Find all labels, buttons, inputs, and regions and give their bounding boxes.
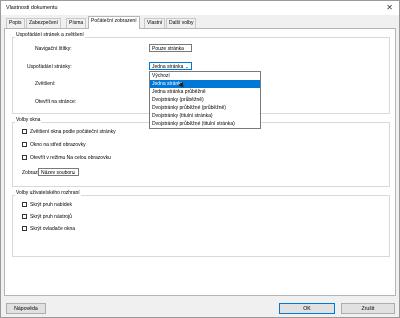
document-properties-window: Vlastnosti dokumentu ✕ Popis Zabezpečení… [0, 0, 400, 318]
help-button[interactable]: Nápověda [6, 303, 46, 314]
tab-zabezpeceni[interactable]: Zabezpečení [26, 18, 61, 28]
chevron-down-icon: ⌄ [71, 170, 76, 176]
center-window-label: Okno na střed obrazovky [30, 142, 86, 148]
page-layout-select-value: Jedna stránka [152, 64, 184, 70]
hide-toolbar-label: Skrýt pruh nástrojů [30, 214, 72, 220]
open-page-label: Otevřít na stránce: [35, 99, 77, 105]
nav-label: Navigační štítky: [35, 46, 72, 52]
hide-toolbar-checkbox[interactable] [22, 214, 27, 219]
dropdown-option[interactable]: Dvojstránky průběžné (titulní stránka) [150, 120, 260, 128]
window-options-title: Volby okna [15, 117, 42, 123]
layout-group-title: Uspořádání stránek a zvětšení [15, 32, 85, 38]
page-layout-dropdown: Výchozí Jedna stránka Jedna stránka průb… [149, 71, 261, 129]
page-layout-select[interactable]: Jedna stránka ⌄ [149, 62, 192, 70]
page-layout-label: Uspořádání stránky: [27, 64, 72, 70]
dropdown-option[interactable]: Dvojstránky průběžné (průběžně) [150, 104, 260, 112]
cancel-button[interactable]: Zrušit [341, 303, 395, 314]
zoom-window-checkbox[interactable] [22, 129, 27, 134]
show-select[interactable]: Název souboru ⌄ [38, 168, 79, 176]
fullscreen-checkbox[interactable] [22, 155, 27, 160]
hide-menubar-checkbox[interactable] [22, 202, 27, 207]
dropdown-option[interactable]: Dvojstránky (průběžně) [150, 96, 260, 104]
tab-pocatecni-zobrazeni[interactable]: Počáteční zobrazení [88, 16, 140, 29]
dropdown-option[interactable]: Dvojstránky (titulní stránka) [150, 112, 260, 120]
window-title: Vlastnosti dokumentu [6, 5, 58, 11]
tab-dalsi-volby[interactable]: Další volby [166, 18, 197, 28]
close-icon[interactable]: ✕ [386, 3, 393, 12]
hide-menubar-label: Skrýt pruh nabídek [30, 202, 72, 208]
hide-window-controls-checkbox[interactable] [22, 226, 27, 231]
fullscreen-label: Otevřít v režimu Na celou obrazovku [30, 155, 111, 161]
dropdown-option[interactable]: Jedna stránka průběžně [150, 88, 260, 96]
tab-vlastni[interactable]: Vlastní [144, 18, 166, 28]
center-window-checkbox[interactable] [22, 142, 27, 147]
title-bar: Vlastnosti dokumentu ✕ [1, 1, 399, 15]
ui-options-title: Volby uživatelského rozhraní [15, 190, 81, 196]
ok-button[interactable]: OK [279, 303, 335, 314]
hide-window-controls-label: Skrýt ovladače okna [30, 226, 76, 232]
chevron-down-icon: ⌄ [184, 64, 189, 70]
nav-select-overlay [149, 44, 192, 52]
tab-pisma[interactable]: Písma [66, 18, 87, 28]
show-select-value: Název souboru [41, 170, 75, 176]
tab-panel: Uspořádání stránek a zvětšení Navigační … [4, 28, 396, 296]
dropdown-option-selected[interactable]: Jedna stránka [150, 80, 260, 88]
zoom-label: Zvětšení: [35, 81, 56, 87]
tab-popis[interactable]: Popis [6, 18, 25, 28]
dropdown-option[interactable]: Výchozí [150, 72, 260, 80]
zoom-window-label: Zvětšení okna podle počáteční stránky [30, 129, 116, 135]
